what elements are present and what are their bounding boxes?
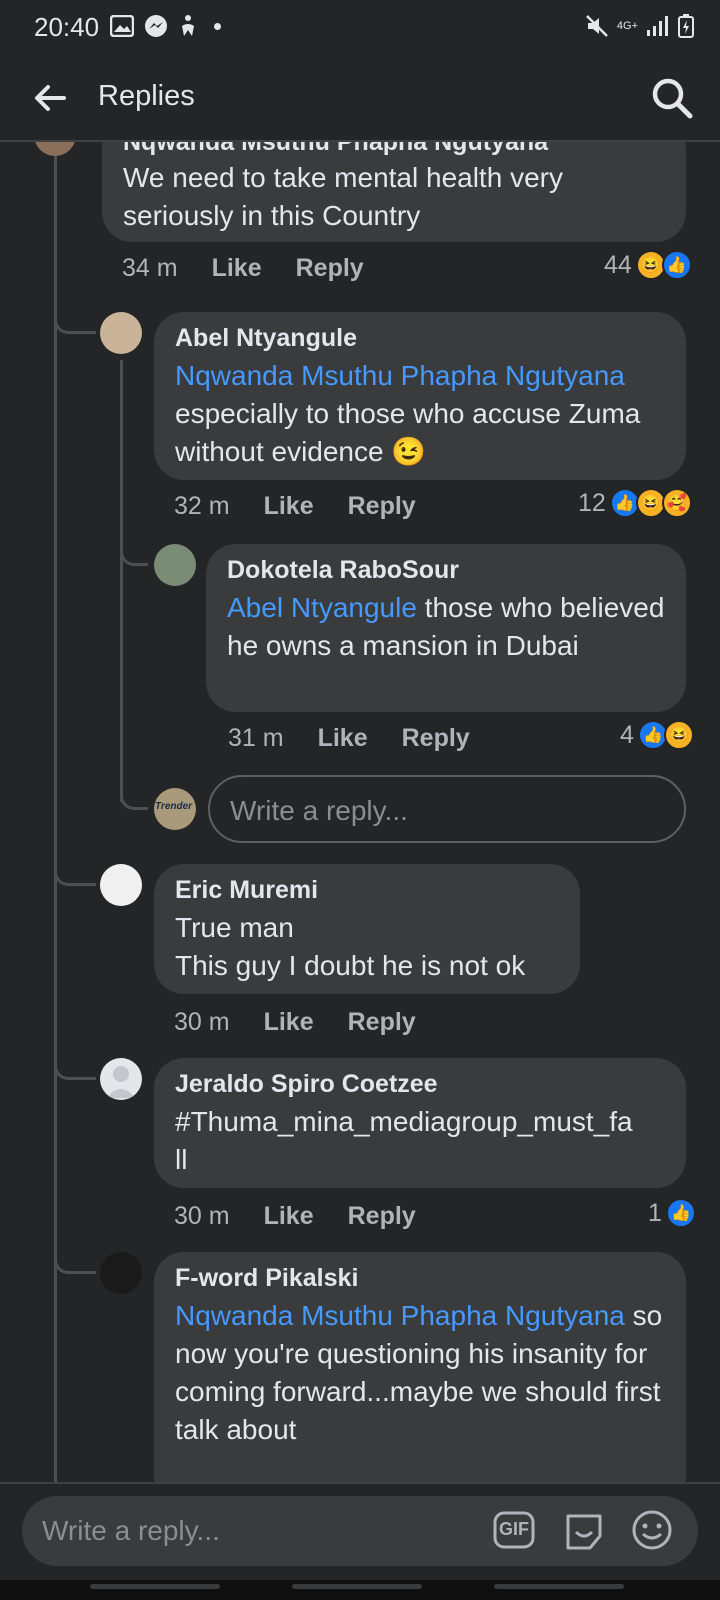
comment-text: especially to those who accuse Zuma with…	[175, 398, 641, 467]
like-button[interactable]: Like	[318, 724, 368, 753]
comment-author[interactable]: F-word Pikalski	[175, 1264, 665, 1293]
comment-text-line: This guy I doubt he is not ok	[175, 950, 526, 981]
mention-link[interactable]: Abel Ntyangule	[227, 592, 417, 623]
sticker-icon[interactable]	[562, 1508, 606, 1552]
nav-back-handle[interactable]	[494, 1584, 624, 1589]
accessibility-icon	[182, 15, 194, 36]
comment-author[interactable]: Eric Muremi	[175, 876, 559, 905]
back-arrow-icon[interactable]	[30, 78, 70, 118]
like-button[interactable]: Like	[264, 492, 314, 521]
comment-time: 30 m	[174, 1202, 230, 1230]
avatar[interactable]	[100, 1252, 142, 1294]
mention-link[interactable]: Nqwanda Msuthu Phapha Ngutyana	[175, 1300, 625, 1331]
avatar[interactable]	[100, 312, 142, 354]
reaction-count: 44	[604, 250, 632, 279]
network-type: 4G+	[616, 19, 638, 32]
avatar[interactable]	[100, 1058, 142, 1100]
comment-actions: 30 m Like Reply	[174, 1202, 416, 1231]
comment-bubble: Abel Ntyangule Nqwanda Msuthu Phapha Ngu…	[154, 312, 686, 480]
thread-connector	[120, 778, 148, 810]
reaction-count: 12	[578, 488, 606, 517]
reply-button[interactable]: Reply	[348, 1202, 416, 1231]
current-user-avatar: Trender	[154, 788, 196, 830]
thread-connector	[54, 302, 96, 334]
comment-bubble: Jeraldo Spiro Coetzee #Thuma_mina_mediag…	[154, 1058, 686, 1188]
comment-author[interactable]: Jeraldo Spiro Coetzee	[175, 1070, 665, 1099]
replies-list: Nqwanda Msuthu Phapha Ngutyana We need t…	[0, 142, 720, 1482]
reactions-summary[interactable]: 44 😆 👍	[604, 250, 692, 280]
reactions-summary[interactable]: 4 👍 😆	[620, 720, 694, 750]
reactions-summary[interactable]: 1 👍	[648, 1198, 696, 1228]
comment-text-line: True man	[175, 912, 294, 943]
comment-time: 34 m	[122, 254, 178, 282]
like-button[interactable]: Like	[212, 254, 262, 283]
mention-link[interactable]: Nqwanda Msuthu Phapha Ngutyana	[175, 360, 625, 391]
like-reaction-icon: 👍	[661, 250, 692, 280]
like-reaction-icon: 👍	[665, 1198, 696, 1228]
inline-reply-placeholder: Write a reply...	[230, 795, 408, 826]
comment-time: 31 m	[228, 724, 284, 752]
default-avatar-icon	[107, 1066, 135, 1098]
like-button[interactable]: Like	[264, 1008, 314, 1037]
comment-actions: 30 m Like Reply	[174, 1008, 416, 1037]
avatar[interactable]	[154, 544, 196, 586]
gif-label: GIF	[499, 1519, 529, 1539]
care-reaction-icon: 🥰	[661, 488, 692, 518]
comment-actions: 32 m Like Reply	[174, 492, 416, 521]
reply-input-placeholder: Write a reply...	[42, 1515, 220, 1546]
inline-reply-input[interactable]: Write a reply...	[208, 775, 686, 843]
comment-author[interactable]: Dokotela RaboSour	[227, 556, 665, 585]
avatar-logo-text: Trender	[155, 801, 193, 812]
thread-connector	[120, 534, 148, 566]
top-bar: Replies	[0, 56, 720, 142]
hashtag-link-continued[interactable]: ll	[175, 1141, 665, 1179]
reply-button[interactable]: Reply	[348, 492, 416, 521]
thread-line-nested	[120, 360, 123, 802]
gallery-icon	[110, 15, 134, 37]
mute-icon	[586, 15, 608, 37]
comment-time: 30 m	[174, 1008, 230, 1036]
notification-dot-icon	[214, 22, 221, 30]
comment-author[interactable]: Abel Ntyangule	[175, 324, 665, 353]
status-time: 20:40	[34, 12, 100, 42]
reaction-count: 1	[648, 1198, 662, 1227]
comment-author[interactable]: Nqwanda Msuthu Phapha Ngutyana	[123, 142, 665, 157]
comment-time: 32 m	[174, 492, 230, 520]
comment-bubble: Nqwanda Msuthu Phapha Ngutyana We need t…	[102, 142, 686, 242]
haha-reaction-icon: 😆	[663, 720, 694, 750]
reply-button[interactable]: Reply	[296, 254, 364, 283]
nav-home-handle[interactable]	[292, 1584, 422, 1589]
reply-button[interactable]: Reply	[402, 724, 470, 753]
comment-bubble: Eric Muremi True man This guy I doubt he…	[154, 864, 580, 994]
thread-connector	[54, 1048, 96, 1080]
reply-composer: Write a reply... GIF	[0, 1482, 720, 1600]
search-icon[interactable]	[650, 76, 694, 120]
comment-actions: 34 m Like Reply	[122, 254, 364, 283]
comment-bubble: Dokotela RaboSour Abel Ntyangule those w…	[206, 544, 686, 712]
hashtag-link[interactable]: #Thuma_mina_mediagroup_must_fa	[175, 1103, 665, 1141]
avatar[interactable]	[34, 142, 76, 156]
like-button[interactable]: Like	[264, 1202, 314, 1231]
comment-actions: 31 m Like Reply	[228, 724, 470, 753]
status-bar: 20:40 4G+	[0, 0, 720, 56]
emoji-icon[interactable]	[630, 1508, 674, 1552]
reply-button[interactable]: Reply	[348, 1008, 416, 1037]
battery-icon	[678, 14, 694, 38]
reactions-summary[interactable]: 12 👍 😆 🥰	[578, 488, 692, 518]
messenger-icon	[145, 15, 167, 37]
thread-connector	[54, 854, 96, 886]
page-title: Replies	[98, 80, 195, 112]
signal-icon	[647, 16, 668, 36]
nav-recents-handle[interactable]	[90, 1584, 220, 1589]
thread-line	[54, 142, 57, 1482]
comment-text: We need to take mental health very serio…	[123, 162, 563, 231]
avatar[interactable]	[100, 864, 142, 906]
thread-connector	[54, 1242, 96, 1274]
gif-icon[interactable]: GIF	[492, 1508, 536, 1552]
reaction-count: 4	[620, 720, 634, 749]
comment-bubble: F-word Pikalski Nqwanda Msuthu Phapha Ng…	[154, 1252, 686, 1482]
system-nav-bar	[0, 1580, 720, 1600]
reply-input[interactable]: Write a reply... GIF	[22, 1496, 698, 1566]
